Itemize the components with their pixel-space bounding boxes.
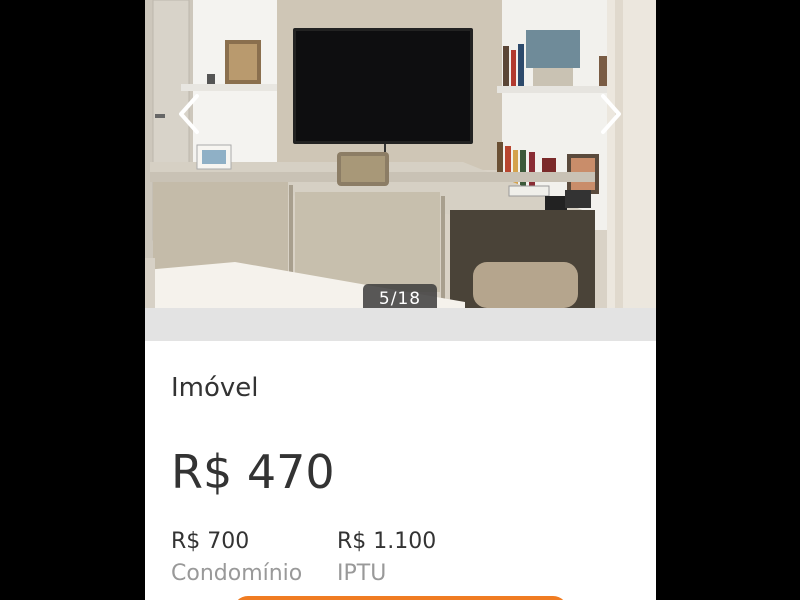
condo-fee: R$ 700 Condomínio	[171, 527, 302, 589]
photo-gallery[interactable]: 5/18	[145, 0, 656, 308]
iptu-fee-value: R$ 1.100	[337, 529, 437, 554]
previous-photo-button[interactable]	[175, 92, 205, 136]
section-title: Imóvel	[171, 373, 259, 403]
room-photo	[145, 0, 656, 308]
gallery-divider	[145, 308, 656, 341]
iptu-fee: R$ 1.100 IPTU	[337, 527, 436, 589]
chevron-left-icon	[179, 94, 199, 134]
listing-details: Imóvel R$ 470 R$ 700 Condomínio R$ 1.100…	[145, 341, 656, 600]
chevron-right-icon	[601, 94, 621, 134]
rent-price: R$ 470	[171, 445, 335, 499]
iptu-fee-label: IPTU	[337, 561, 387, 586]
next-photo-button[interactable]	[595, 92, 625, 136]
condo-fee-label: Condomínio	[171, 561, 303, 586]
action-button[interactable]	[233, 596, 568, 600]
condo-fee-value: R$ 700	[171, 529, 250, 554]
photo-counter-badge: 5/18	[363, 284, 437, 308]
app-screen: 5/18 Imóvel R$ 470 R$ 700 Condomínio R$ …	[145, 0, 656, 600]
